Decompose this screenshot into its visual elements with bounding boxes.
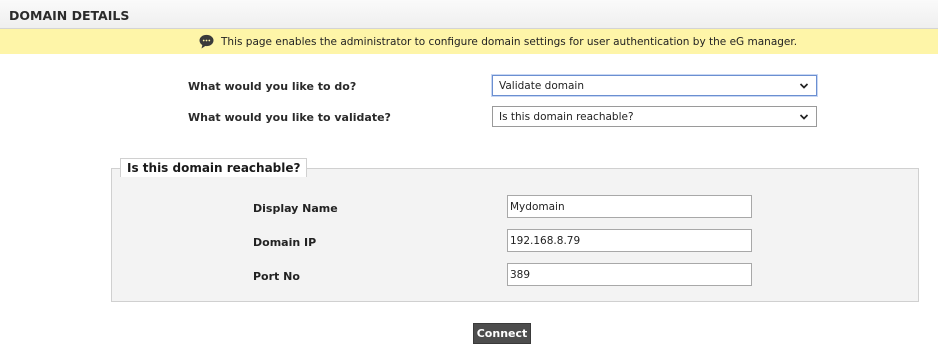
chevron-down-icon (799, 83, 809, 89)
action-select-value: Validate domain (499, 80, 584, 92)
chevron-down-icon (799, 114, 809, 120)
validate-select-value: Is this domain reachable? (499, 111, 634, 123)
page-title: DOMAIN DETAILS (9, 8, 130, 23)
port-no-label: Port No (253, 270, 300, 283)
info-bar: This page enables the administrator to c… (0, 29, 938, 54)
action-select[interactable]: Validate domain (492, 75, 817, 96)
page-header: DOMAIN DETAILS (0, 0, 938, 29)
fieldset-legend: Is this domain reachable? (120, 158, 308, 177)
domain-details-page: DOMAIN DETAILS This page enables the adm… (0, 0, 938, 363)
info-message: This page enables the administrator to c… (221, 36, 798, 48)
display-name-label: Display Name (253, 202, 338, 215)
action-label: What would you like to do? (188, 80, 357, 93)
connect-button[interactable]: Connect (473, 323, 531, 344)
domain-ip-label: Domain IP (253, 236, 317, 249)
port-no-input[interactable] (507, 263, 752, 286)
speech-bubble-icon (199, 34, 214, 49)
domain-ip-input[interactable] (507, 229, 752, 252)
display-name-input[interactable] (507, 195, 752, 218)
validate-select[interactable]: Is this domain reachable? (492, 106, 817, 127)
validate-label: What would you like to validate? (188, 111, 391, 124)
